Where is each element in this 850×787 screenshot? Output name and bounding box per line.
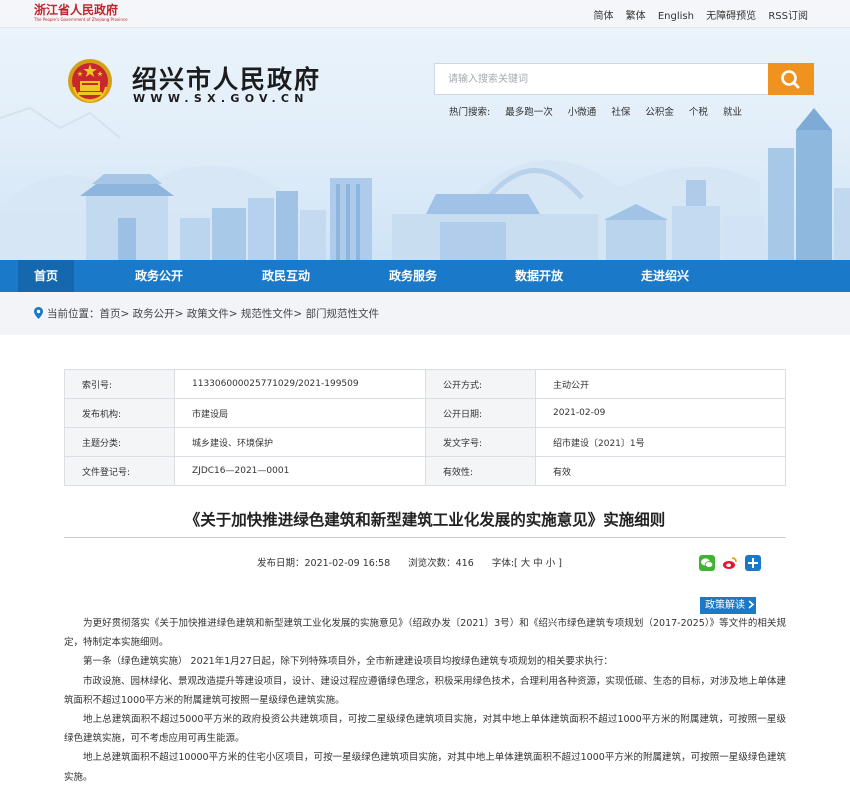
view-count: 浏览次数：416 (408, 558, 474, 569)
publish-date: 发布日期：2021-02-09 16:58 (257, 558, 391, 569)
link-rss[interactable]: RSS订阅 (768, 11, 808, 22)
info-key: 发布机构: (64, 398, 175, 428)
top-bar: 浙江省人民政府 The People's Government of Zheji… (0, 0, 850, 28)
body-paragraph: 地上总建筑面积不超过5000平方米的政府投资公共建筑项目，可按二星级绿色建筑项目… (64, 714, 786, 745)
main-nav: 首页 政务公开 政民互动 政务服务 数据开放 走进绍兴 (0, 260, 850, 292)
info-key: 文件登记号: (64, 456, 175, 486)
table-row: 文件登记号: ZJDC16—2021—0001 有效性: 有效 (64, 456, 786, 486)
location-pin-icon (34, 307, 43, 319)
info-key: 公开日期: (425, 398, 536, 428)
share-plus-icon[interactable] (745, 554, 762, 571)
info-value: 城乡建设、环境保护 (174, 427, 426, 457)
info-value: 市建设局 (174, 398, 426, 428)
table-row: 索引号: 113306000025771029/2021-199509 公开方式… (64, 369, 786, 399)
title-divider (64, 537, 786, 538)
document-body: 为更好贯彻落实《关于加快推进绿色建筑和新型建筑工业化发展的实施意见》（绍政办发〔… (64, 614, 786, 787)
link-traditional[interactable]: 繁体 (626, 11, 646, 22)
province-name: 浙江省人民政府 (34, 3, 119, 17)
body-paragraph: 地上总建筑面积不超过10000平方米的住宅小区项目，可按一星级绿色建筑项目实施，… (64, 752, 786, 783)
info-key: 公开方式: (425, 369, 536, 399)
info-key: 索引号: (64, 369, 175, 399)
site-header: 绍兴市人民政府 WWW.SX.GOV.CN 热门搜索: 最多跑一次 小微通 社保… (0, 28, 850, 260)
breadcrumb-dept-docs[interactable]: 部门规范性文件 (306, 308, 380, 320)
link-accessibility[interactable]: 无障碍预览 (706, 11, 756, 22)
city-skyline-illustration (0, 106, 850, 260)
body-paragraph: 市政设施、园林绿化、景观改造提升等建设项目，设计、建设过程应遵循绿色理念，积极采… (64, 675, 787, 706)
breadcrumb-label: 当前位置： (47, 308, 100, 320)
info-value: 有效 (535, 456, 786, 486)
info-value: 113306000025771029/2021-199509 (174, 369, 426, 399)
breadcrumb-gov-affairs[interactable]: 政务公开 (133, 308, 175, 320)
info-value: 绍市建设〔2021〕1号 (535, 427, 786, 457)
nav-gov-affairs[interactable]: 政务公开 (118, 260, 200, 292)
policy-interpretation-label: 政策解读 (705, 600, 745, 611)
info-value: 主动公开 (535, 369, 786, 399)
province-logo[interactable]: 浙江省人民政府 The People's Government of Zheji… (34, 4, 128, 23)
body-paragraph: 第一条（绿色建筑实施） 2021年1月27日起，除下列特殊项目外，全市新建建设项… (83, 656, 613, 668)
weibo-icon[interactable] (722, 554, 739, 571)
nav-interaction[interactable]: 政民互动 (245, 260, 327, 292)
info-value: 2021-02-09 (535, 398, 786, 428)
info-key: 有效性: (425, 456, 536, 486)
chevron-right-icon (748, 600, 755, 609)
document-title: 《关于加快推进绿色建筑和新型建筑工业化发展的实施意见》实施细则 (184, 511, 666, 529)
breadcrumb: 当前位置：首页> 政务公开> 政策文件> 规范性文件> 部门规范性文件 (34, 306, 379, 321)
breadcrumb-policy-docs[interactable]: 政策文件 (187, 308, 229, 320)
document-info-table: 索引号: 113306000025771029/2021-199509 公开方式… (64, 369, 786, 486)
link-english[interactable]: English (658, 11, 694, 22)
nav-open-data[interactable]: 数据开放 (498, 260, 580, 292)
nav-home[interactable]: 首页 (18, 260, 74, 292)
policy-interpretation-button[interactable]: 政策解读 (700, 597, 756, 614)
wechat-icon[interactable] (699, 554, 715, 571)
province-name-en: The People's Government of Zhejiang Prov… (34, 17, 128, 22)
nav-services[interactable]: 政务服务 (372, 260, 454, 292)
breadcrumb-normative-docs[interactable]: 规范性文件 (241, 308, 294, 320)
link-simplified[interactable]: 简体 (593, 11, 613, 22)
info-value: ZJDC16—2021—0001 (174, 456, 426, 486)
table-row: 发布机构: 市建设局 公开日期: 2021-02-09 (64, 398, 786, 428)
info-key: 主题分类: (64, 427, 175, 457)
info-key: 发文字号: (425, 427, 536, 457)
document-meta: 发布日期：2021-02-09 16:58 浏览次数：416 字体:[ 大 中 … (257, 555, 577, 569)
font-size-switch[interactable]: 字体:[ 大 中 小 ] (492, 558, 562, 569)
body-paragraph: 为更好贯彻落实《关于加快推进绿色建筑和新型建筑工业化发展的实施意见》（绍政办发〔… (64, 618, 786, 649)
breadcrumb-home[interactable]: 首页 (100, 308, 121, 320)
breadcrumb-bar: 当前位置：首页> 政务公开> 政策文件> 规范性文件> 部门规范性文件 (0, 292, 850, 335)
nav-about[interactable]: 走进绍兴 (624, 260, 706, 292)
top-links: 简体 繁体 English 无障碍预览 RSS订阅 (584, 7, 808, 22)
table-row: 主题分类: 城乡建设、环境保护 发文字号: 绍市建设〔2021〕1号 (64, 427, 786, 457)
share-buttons (699, 552, 763, 571)
